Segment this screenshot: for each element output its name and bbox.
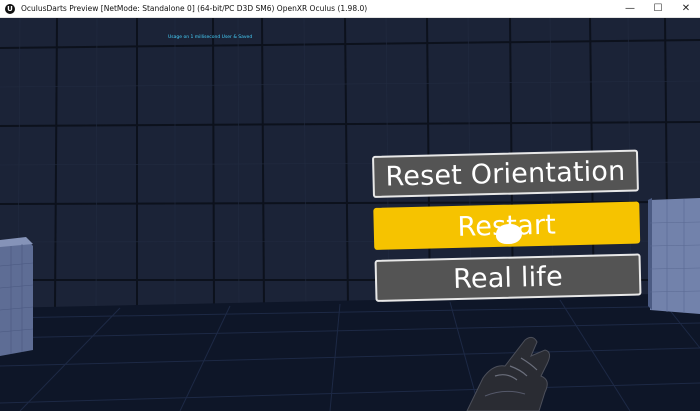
close-icon: ✕ <box>681 3 691 14</box>
maximize-button[interactable]: ☐ <box>644 0 672 18</box>
app-window: U OculusDarts Preview [NetMode: Standalo… <box>0 0 700 411</box>
title-bar[interactable]: U OculusDarts Preview [NetMode: Standalo… <box>0 0 700 18</box>
window-controls: — ☐ ✕ <box>616 0 700 18</box>
laser-pointer-cursor <box>496 224 522 244</box>
minimize-icon: — <box>625 3 635 14</box>
close-button[interactable]: ✕ <box>672 0 700 18</box>
right-pillar <box>648 198 700 314</box>
unreal-app-icon: U <box>5 3 15 14</box>
game-viewport[interactable]: Usage on 1 millisecond User & Saved Rese… <box>0 18 700 411</box>
reset-orientation-button[interactable]: Reset Orientation <box>372 149 639 198</box>
minimize-button[interactable]: — <box>616 0 644 18</box>
window-title: OculusDarts Preview [NetMode: Standalone… <box>21 4 368 13</box>
vr-glove-hand <box>466 336 551 411</box>
real-life-button[interactable]: Real life <box>374 253 642 302</box>
maximize-icon: ☐ <box>653 3 663 14</box>
left-pillar <box>0 237 34 356</box>
debug-overlay-text: Usage on 1 millisecond User & Saved <box>168 35 253 40</box>
